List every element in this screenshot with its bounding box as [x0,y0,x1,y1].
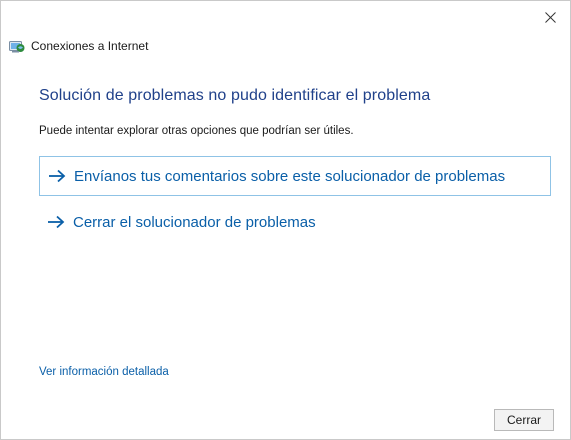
close-troubleshooter-option[interactable]: Cerrar el solucionador de problemas [39,202,551,242]
page-subtitle: Puede intentar explorar otras opciones q… [39,125,354,137]
close-troubleshooter-label: Cerrar el solucionador de problemas [73,213,316,231]
arrow-right-icon [49,169,66,183]
page-title: Solución de problemas no pudo identifica… [39,87,431,104]
close-icon [544,11,556,23]
network-globe-icon [9,41,25,53]
window-close-button[interactable] [530,1,570,33]
send-feedback-label: Envíanos tus comentarios sobre este solu… [74,167,506,185]
arrow-right-icon [48,215,65,229]
close-button[interactable]: Cerrar [494,409,554,431]
window-titlebar: Conexiones a Internet [9,38,148,54]
view-details-link[interactable]: Ver información detallada [39,366,169,378]
troubleshooter-window: Conexiones a Internet Solución de proble… [0,0,571,440]
window-title: Conexiones a Internet [31,39,149,53]
send-feedback-option[interactable]: Envíanos tus comentarios sobre este solu… [39,156,551,196]
